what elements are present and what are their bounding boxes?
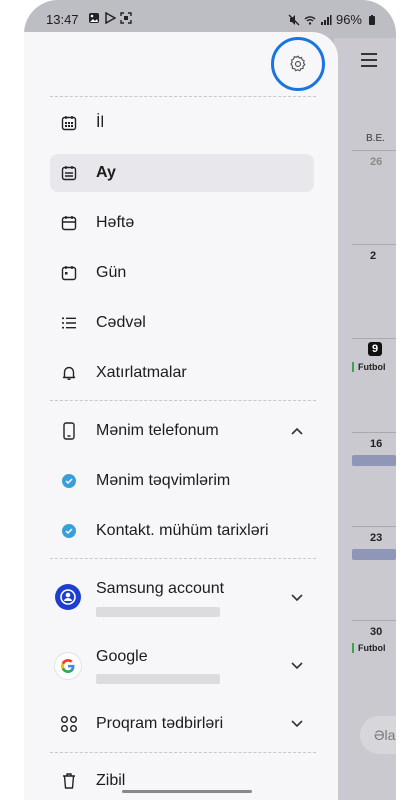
drawer-item-label: Proqram tədbirləri — [96, 715, 224, 732]
day-header: B.E. — [366, 133, 385, 144]
calendar-event[interactable]: Futbol — [352, 643, 386, 653]
navigation-drawer: İl Ay Həftə Gün Cədvəl Xatırlatmalar Mən… — [24, 32, 338, 800]
calendar-date[interactable]: 16 — [370, 438, 382, 450]
calendar-month-icon — [60, 164, 78, 182]
account-email-redacted — [96, 607, 220, 617]
drawer-item-year[interactable]: İl — [50, 104, 314, 142]
divider — [50, 558, 316, 559]
chevron-up-icon[interactable] — [290, 426, 304, 436]
drawer-item-label: Ay — [96, 164, 116, 181]
check-circle-icon[interactable] — [62, 474, 76, 488]
apps-icon — [60, 715, 78, 733]
drawer-item-label: Zibil — [96, 772, 126, 789]
calendar-event-bar[interactable] — [352, 549, 396, 560]
status-notification-icons — [88, 12, 132, 24]
calendar-grid-icon — [60, 114, 78, 132]
gesture-handle[interactable] — [122, 790, 252, 793]
calendar-date[interactable]: 23 — [370, 532, 382, 544]
play-store-icon — [105, 12, 116, 24]
trash-icon — [60, 772, 78, 790]
drawer-item-month[interactable]: Ay — [50, 154, 314, 192]
drawer-item-trash[interactable]: Zibil — [50, 762, 314, 800]
phone-icon — [60, 422, 78, 440]
chevron-down-icon[interactable] — [290, 593, 304, 603]
battery-icon — [369, 14, 375, 25]
drawer-item-label: İl — [96, 114, 104, 131]
gallery-icon — [89, 13, 99, 23]
drawer-item-schedule[interactable]: Cədvəl — [50, 304, 314, 342]
drawer-item-week[interactable]: Həftə — [50, 204, 314, 242]
signal-icon — [320, 14, 332, 25]
drawer-item-label: Kontakt. mühüm tarixləri — [96, 522, 269, 539]
calendar-date[interactable]: 26 — [370, 156, 382, 168]
drawer-item-label: Gün — [96, 264, 127, 281]
battery-percent: 96% — [335, 12, 362, 27]
week-divider — [352, 150, 396, 151]
drawer-item-label: Həftə — [96, 214, 135, 231]
calendar-month-view — [334, 38, 396, 800]
drawer-item-my-phone[interactable]: Mənim telefonum — [50, 412, 314, 450]
settings-button[interactable] — [271, 37, 325, 91]
phone-screen: 13:47 96% B.E. 26 2 9 Futbol 16 23 30 Fu… — [24, 0, 396, 800]
drawer-item-label: Mənim telefonum — [96, 422, 219, 439]
divider — [50, 96, 316, 97]
drawer-item-label: Mənim təqvimlərim — [96, 472, 231, 489]
calendar-event-bar[interactable] — [352, 455, 396, 466]
calendar-week-icon — [60, 214, 78, 232]
drawer-item-label: Xatırlatmalar — [96, 364, 187, 381]
drawer-item-program-events[interactable]: Proqram tədbirləri — [50, 705, 314, 743]
week-divider — [352, 620, 396, 621]
calendar-date[interactable]: 30 — [370, 626, 382, 638]
status-time: 13:47 — [46, 12, 79, 27]
divider — [50, 752, 316, 753]
gear-icon — [290, 55, 306, 72]
week-divider — [352, 244, 396, 245]
week-divider — [352, 526, 396, 527]
week-divider — [352, 432, 396, 433]
mute-icon — [288, 14, 300, 25]
chevron-down-icon[interactable] — [290, 719, 304, 729]
drawer-item-label: Cədvəl — [96, 314, 146, 331]
drawer-item-label: Samsung account — [96, 580, 225, 597]
add-event-button[interactable]: Əla — [360, 716, 396, 754]
status-right: 96% — [288, 12, 378, 27]
account-email-redacted — [96, 674, 220, 684]
calendar-date[interactable]: 2 — [370, 250, 376, 262]
drawer-item-my-calendars[interactable]: Mənim təqvimlərim — [50, 462, 314, 500]
screenshot-icon — [120, 12, 132, 24]
bell-icon — [60, 364, 78, 382]
drawer-item-day[interactable]: Gün — [50, 254, 314, 292]
calendar-date-today[interactable]: 9 — [368, 342, 383, 356]
week-divider — [352, 338, 396, 339]
wifi-icon — [304, 15, 316, 25]
divider — [50, 400, 316, 401]
calendar-event[interactable]: Futbol — [352, 362, 386, 372]
drawer-item-label: Google — [96, 648, 148, 665]
calendar-day-icon — [60, 264, 78, 282]
chevron-down-icon[interactable] — [290, 661, 304, 671]
google-icon — [55, 653, 81, 679]
check-icon-wrap — [60, 472, 78, 490]
drawer-item-contact-dates[interactable]: Kontakt. mühüm tarixləri — [50, 512, 314, 550]
samsung-account-icon — [55, 584, 81, 610]
check-circle-icon[interactable] — [62, 524, 76, 538]
hamburger-menu-icon[interactable] — [360, 52, 378, 68]
drawer-item-reminders[interactable]: Xatırlatmalar — [50, 354, 314, 392]
list-icon — [60, 314, 78, 332]
check-icon-wrap — [60, 522, 78, 540]
